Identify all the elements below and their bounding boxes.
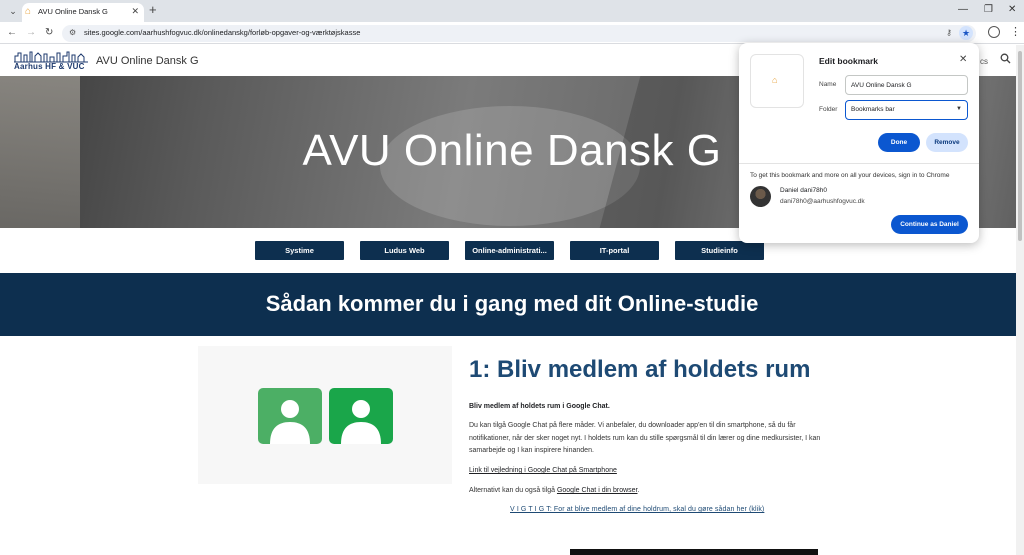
- window-close-icon[interactable]: ✕: [1008, 4, 1016, 16]
- chevron-down-icon[interactable]: ⌄: [6, 4, 20, 18]
- account-email: dani78h0@aarhushfogvuc.dk: [780, 198, 865, 205]
- google-chat-illustration: [198, 346, 452, 484]
- person-card-icon: [329, 388, 393, 444]
- arrow-left-icon[interactable]: ←: [7, 26, 17, 39]
- aarhus-logo-icon: ⌂: [772, 75, 778, 85]
- done-button[interactable]: Done: [878, 133, 920, 152]
- alternative-paragraph: Alternativt kan du også tilgå Google Cha…: [469, 487, 639, 494]
- caret-down-icon: ▼: [956, 106, 962, 112]
- ludus-web-button[interactable]: Ludus Web: [360, 241, 449, 260]
- kebab-icon[interactable]: ⋮: [1010, 25, 1021, 39]
- person-card-icon: [258, 388, 322, 444]
- section-title: 1: Bliv medlem af holdets rum: [469, 356, 811, 383]
- sync-prompt: To get this bookmark and more on all you…: [750, 172, 950, 179]
- key-icon[interactable]: ⚷: [946, 27, 952, 39]
- divider: [739, 163, 979, 164]
- search-icon[interactable]: [1000, 53, 1011, 64]
- aarhus-logo-icon: ⌂: [25, 6, 32, 17]
- minimize-icon[interactable]: —: [958, 4, 968, 16]
- tab-title: AVU Online Dansk G: [38, 7, 108, 16]
- it-portal-button[interactable]: IT-portal: [570, 241, 659, 260]
- close-icon[interactable]: ✕: [131, 6, 139, 17]
- studieinfo-button[interactable]: Studieinfo: [675, 241, 764, 260]
- url-text[interactable]: sites.google.com/aarhushfogvuc.dk/online…: [84, 28, 360, 37]
- tab-strip: ⌄ ⌂ AVU Online Dansk G ✕ + — ❐ ✕: [0, 0, 1024, 22]
- bookmark-name-input[interactable]: [845, 75, 968, 95]
- folder-label: Folder: [819, 106, 838, 113]
- folder-select-value: Bookmarks bar: [851, 106, 895, 113]
- dialog-title: Edit bookmark: [819, 56, 879, 66]
- nav-fragment[interactable]: cs: [980, 57, 988, 66]
- close-icon[interactable]: ✕: [959, 54, 967, 66]
- video-embed[interactable]: [570, 549, 818, 555]
- account-name: Daniel dani78h0: [780, 187, 827, 194]
- folder-select[interactable]: Bookmarks bar ▼: [845, 100, 968, 120]
- browser-tab[interactable]: ⌂ AVU Online Dansk G ✕: [22, 3, 144, 22]
- plus-icon[interactable]: +: [149, 3, 157, 17]
- section-band: Sådan kommer du i gang med dit Online-st…: [0, 273, 1024, 336]
- site-name[interactable]: AVU Online Dansk G: [96, 55, 199, 67]
- avatar: [750, 186, 771, 207]
- smartphone-guide-link[interactable]: Link til vejledning i Google Chat på Sma…: [469, 467, 617, 474]
- intro-bold: Bliv medlem af holdets rum i Google Chat…: [469, 403, 610, 410]
- band-title: Sådan kommer du i gang med dit Online-st…: [265, 291, 759, 316]
- logo-text: Aarhus HF & VUC: [14, 62, 85, 71]
- browser-toolbar: ← → ↻ ⚙ sites.google.com/aarhushfogvuc.d…: [0, 22, 1024, 44]
- vigtigt-link[interactable]: V I G T I G T: For at blive medlem af di…: [510, 506, 764, 513]
- star-icon[interactable]: ★: [959, 26, 973, 40]
- page-scrollbar[interactable]: [1016, 45, 1024, 555]
- restore-icon[interactable]: ❐: [984, 4, 993, 16]
- site-logo[interactable]: Aarhus HF & VUC: [14, 50, 88, 72]
- name-label: Name: [819, 81, 837, 88]
- arrow-right-icon[interactable]: →: [26, 26, 36, 39]
- bookmark-thumbnail: ⌂: [750, 54, 804, 108]
- scrollbar-thumb[interactable]: [1018, 51, 1022, 241]
- online-administration-button[interactable]: Online-administrati...: [465, 241, 554, 260]
- continue-as-button[interactable]: Continue as Daniel: [891, 215, 968, 234]
- body-paragraph: Du kan tilgå Google Chat på flere måder.…: [469, 422, 821, 454]
- google-chat-browser-link[interactable]: Google Chat i din browser: [557, 487, 638, 494]
- remove-button[interactable]: Remove: [926, 133, 968, 152]
- tune-icon[interactable]: ⚙: [69, 27, 76, 39]
- alternative-text: Alternativt kan du også tilgå: [469, 487, 557, 494]
- systime-button[interactable]: Systime: [255, 241, 344, 260]
- alternative-suffix: .: [637, 487, 640, 494]
- edit-bookmark-dialog: ⌂ Edit bookmark ✕ Name Folder Bookmarks …: [739, 43, 979, 243]
- reload-icon[interactable]: ↻: [45, 26, 53, 39]
- person-icon[interactable]: [988, 26, 1000, 38]
- address-bar[interactable]: ⚙ sites.google.com/aarhushfogvuc.dk/onli…: [62, 25, 976, 42]
